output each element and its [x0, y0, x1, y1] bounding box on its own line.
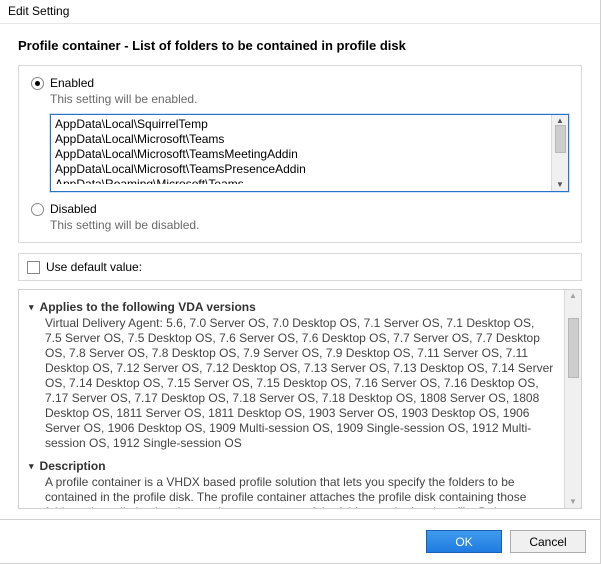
- info-scrollbar[interactable]: ▲ ▼: [564, 290, 581, 508]
- caret-down-icon: ▾: [29, 461, 34, 472]
- option-disabled-label: Disabled: [50, 202, 97, 216]
- vda-body: Virtual Delivery Agent: 5.6, 7.0 Server …: [45, 316, 554, 451]
- list-item[interactable]: AppData\Local\Microsoft\TeamsPresenceAdd…: [55, 162, 547, 177]
- scroll-up-icon[interactable]: ▲: [569, 292, 577, 300]
- list-item[interactable]: AppData\Local\SquirrelTemp: [55, 117, 547, 132]
- folder-list-scrollbar[interactable]: ▲ ▼: [551, 115, 568, 191]
- radio-disabled-icon[interactable]: [31, 203, 44, 216]
- ok-button[interactable]: OK: [426, 530, 502, 553]
- option-disabled-desc: This setting will be disabled.: [50, 218, 569, 232]
- vda-section-header[interactable]: ▾ Applies to the following VDA versions: [29, 300, 554, 314]
- caret-down-icon: ▾: [29, 302, 34, 313]
- desc-body: A profile container is a VHDX based prof…: [45, 475, 554, 508]
- window-title: Edit Setting: [0, 0, 600, 24]
- scroll-thumb[interactable]: [568, 318, 579, 378]
- list-item[interactable]: AppData\Local\Microsoft\TeamsMeetingAddi…: [55, 147, 547, 162]
- vda-title: Applies to the following VDA versions: [40, 300, 256, 314]
- option-enabled-desc: This setting will be enabled.: [50, 92, 569, 106]
- use-default-label: Use default value:: [46, 260, 142, 274]
- scroll-down-icon[interactable]: ▼: [569, 498, 577, 506]
- cancel-button[interactable]: Cancel: [510, 530, 586, 553]
- desc-title: Description: [40, 459, 106, 473]
- scroll-down-icon[interactable]: ▼: [556, 181, 564, 189]
- folder-list-content[interactable]: AppData\Local\SquirrelTemp AppData\Local…: [51, 115, 551, 191]
- option-group: Enabled This setting will be enabled. Ap…: [18, 65, 582, 243]
- use-default-checkbox[interactable]: [27, 261, 40, 274]
- radio-enabled-icon[interactable]: [31, 77, 44, 90]
- scroll-thumb[interactable]: [555, 125, 566, 153]
- setting-heading: Profile container - List of folders to b…: [18, 38, 582, 53]
- folder-listbox[interactable]: AppData\Local\SquirrelTemp AppData\Local…: [50, 114, 569, 192]
- info-panel: ▾ Applies to the following VDA versions …: [18, 289, 582, 509]
- option-disabled[interactable]: Disabled: [31, 202, 569, 216]
- dialog-footer: OK Cancel: [0, 519, 600, 563]
- list-item[interactable]: AppData\Local\Microsoft\Teams: [55, 132, 547, 147]
- dialog-body: Profile container - List of folders to b…: [0, 24, 600, 509]
- option-enabled-label: Enabled: [50, 76, 94, 90]
- use-default-row[interactable]: Use default value:: [18, 253, 582, 281]
- option-enabled[interactable]: Enabled: [31, 76, 569, 90]
- desc-section-header[interactable]: ▾ Description: [29, 459, 554, 473]
- list-item[interactable]: AppData\Roaming\Microsoft\Teams: [55, 177, 547, 184]
- scroll-up-icon[interactable]: ▲: [556, 117, 564, 125]
